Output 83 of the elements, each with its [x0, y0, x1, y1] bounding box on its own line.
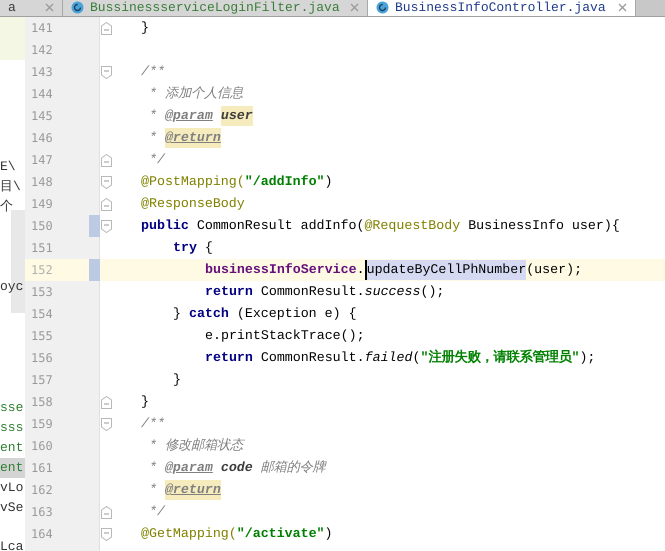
fold-marker-icon[interactable] — [101, 220, 112, 232]
code-line: businessInfoService.updateByCellPhNumber(user); — [141, 259, 582, 281]
line-number: 144 — [31, 86, 53, 103]
line-number: 148 — [31, 174, 53, 191]
code-line: /** — [141, 63, 165, 82]
javadoc-tag: @param — [164, 458, 213, 478]
project-tree-item[interactable]: vSe — [0, 498, 25, 518]
line-number: 159 — [31, 416, 53, 433]
code-line: public CommonResult addInfo(@RequestBody BusinessInfo user){ — [141, 217, 620, 236]
editor-tab[interactable]: BusinessInfoController.java — [368, 0, 636, 16]
line-number: 149 — [31, 196, 53, 213]
change-marker[interactable] — [89, 215, 100, 237]
close-icon[interactable] — [350, 3, 359, 12]
fold-marker-icon[interactable] — [101, 22, 112, 34]
code-line: return CommonResult.success(); — [204, 283, 444, 302]
line-number: 151 — [31, 240, 53, 257]
comment-text: * — [148, 129, 158, 148]
line-number: 142 — [31, 42, 53, 59]
comment-text: 邮箱的令牌 — [260, 459, 326, 478]
fold-marker-icon[interactable] — [101, 154, 112, 166]
fold-marker-icon[interactable] — [101, 418, 112, 430]
javadoc-tag: @return — [164, 128, 221, 148]
code-line: } — [172, 371, 181, 390]
comment-text: * — [148, 481, 158, 500]
line-number: 152 — [31, 262, 53, 279]
line-number: 156 — [31, 350, 53, 367]
parameter-name: code — [220, 459, 253, 478]
line-number: 147 — [31, 152, 53, 169]
code-line: */ — [148, 503, 165, 522]
change-marker[interactable] — [89, 259, 100, 281]
fold-marker-icon[interactable] — [101, 528, 112, 540]
code-line: * 添加个人信息 — [148, 85, 243, 104]
line-number: 153 — [31, 284, 53, 301]
line-number: 154 — [31, 306, 53, 323]
line-number: 162 — [31, 482, 53, 499]
fold-marker-icon[interactable] — [101, 66, 112, 78]
class-file-icon — [71, 1, 84, 14]
javadoc-tag: @param — [164, 106, 213, 126]
fold-marker-icon[interactable] — [101, 506, 112, 518]
project-tree-item[interactable]: sss — [0, 418, 25, 438]
code-line: return CommonResult.failed("注册失败，请联系管理员"); — [204, 348, 596, 368]
line-number: 146 — [31, 130, 53, 147]
code-line: } — [141, 393, 149, 412]
comment-text: * — [148, 459, 158, 478]
code-line: @GetMapping("/activate") — [141, 525, 333, 544]
line-number: 143 — [31, 64, 53, 81]
code-line: @ResponseBody — [141, 195, 245, 214]
line-number: 141 — [31, 20, 53, 37]
code-line: e.printStackTrace(); — [204, 327, 365, 346]
line-number: 158 — [31, 394, 53, 411]
code-line: * 修改邮箱状态 — [148, 437, 243, 456]
project-tree-item[interactable]: E\ — [0, 157, 25, 177]
project-tree-item[interactable]: oyc — [0, 277, 25, 297]
class-file-icon — [376, 1, 389, 14]
project-tree-item[interactable]: 目\ — [0, 177, 25, 197]
fold-marker-icon[interactable] — [101, 396, 112, 408]
project-tree-item[interactable]: sse — [0, 398, 25, 418]
comment-text: * — [148, 107, 158, 126]
line-number: 150 — [31, 218, 53, 235]
javadoc-tag: @return — [164, 480, 221, 500]
code-line: } catch (Exception e) { — [172, 305, 357, 324]
project-tree-item[interactable]: ent — [0, 438, 25, 458]
fold-marker-icon[interactable] — [101, 198, 112, 210]
line-number: 160 — [31, 438, 53, 455]
code-line: try { — [172, 239, 213, 258]
close-icon[interactable] — [45, 3, 54, 12]
line-number: 155 — [31, 328, 53, 345]
line-number: 157 — [31, 372, 53, 389]
code-line: /** — [141, 415, 165, 434]
code-line: } — [141, 19, 149, 38]
fold-marker-icon[interactable] — [101, 176, 112, 188]
line-number: 161 — [31, 460, 53, 477]
project-tree-item[interactable]: 个 — [0, 197, 25, 217]
line-number: 164 — [31, 526, 53, 543]
close-icon[interactable] — [618, 3, 627, 12]
parameter-name: user — [220, 106, 253, 126]
line-number: 163 — [31, 504, 53, 521]
project-tree-item[interactable]: Lca — [0, 537, 25, 551]
editor-tab[interactable]: a — [0, 0, 63, 16]
code-line: */ — [148, 151, 165, 170]
line-number: 145 — [31, 108, 53, 125]
project-tree-item[interactable]: vLo — [0, 478, 25, 498]
code-line: @PostMapping("/addInfo") — [141, 173, 333, 192]
